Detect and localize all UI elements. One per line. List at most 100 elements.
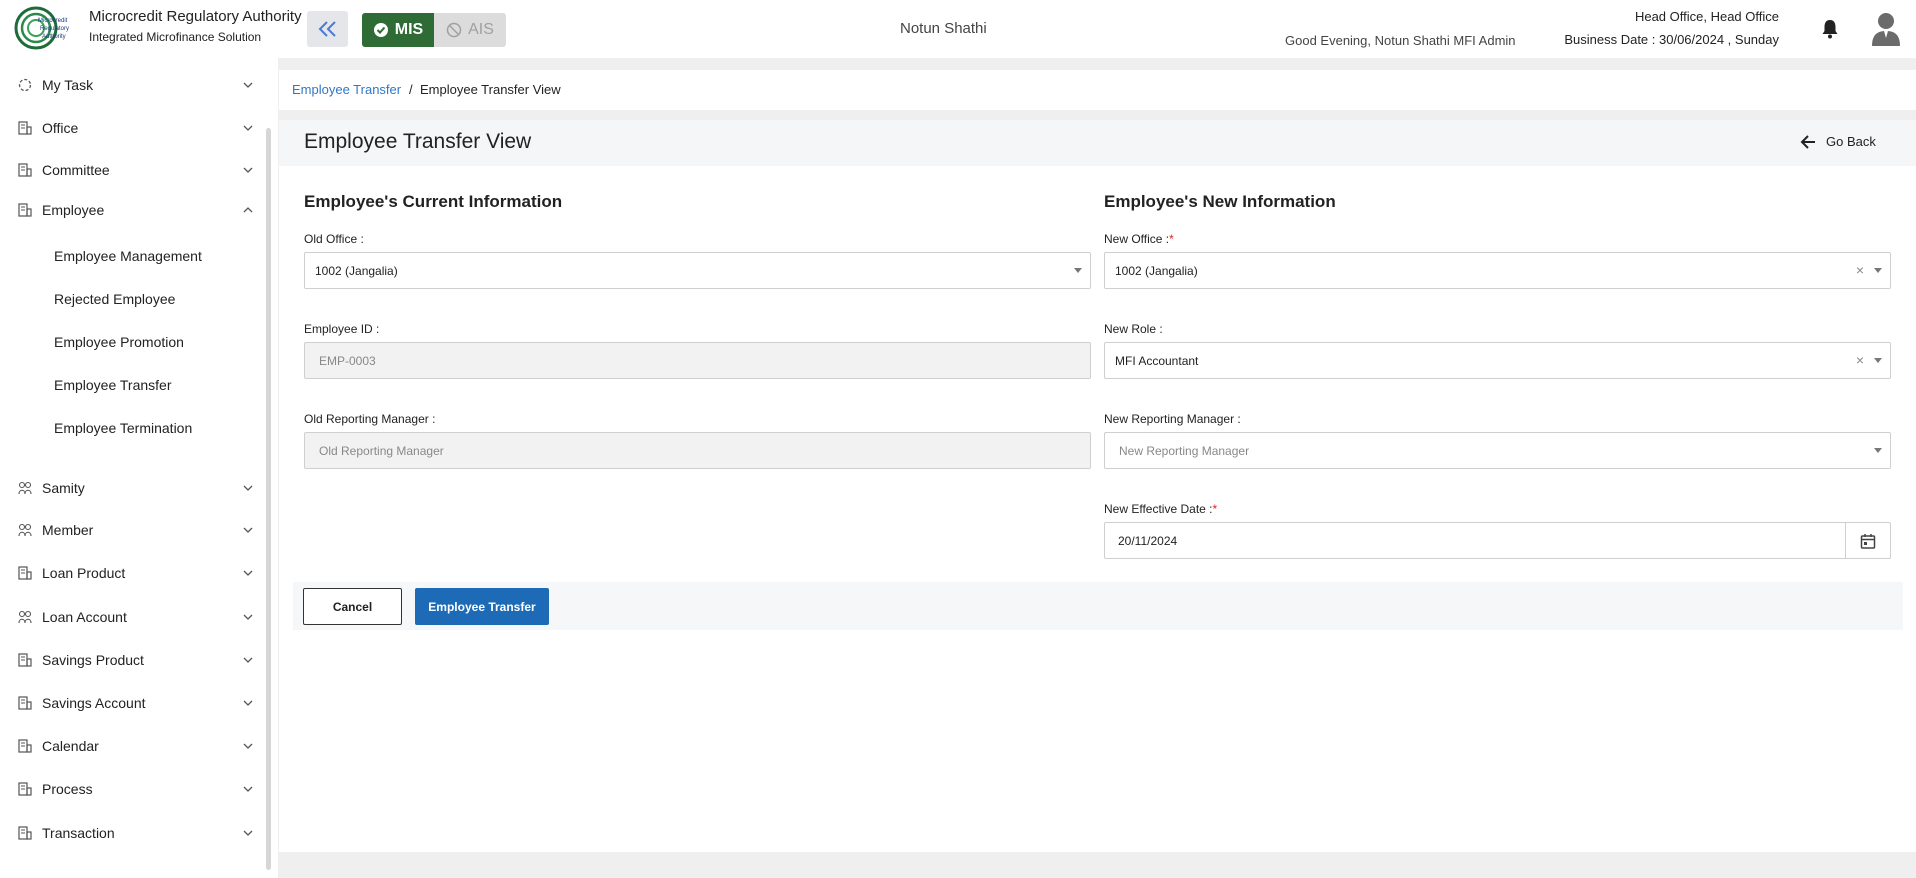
loan-product-icon [18,566,32,580]
sidebar-item-label: Process [42,781,93,797]
chevron-down-icon [243,657,253,663]
current-info-title: Employee's Current Information [304,192,563,211]
sidebar-item-label: Loan Account [42,609,127,625]
breadcrumb: Employee Transfer / Employee Transfer Vi… [279,70,1916,110]
avatar[interactable] [1871,12,1901,46]
sidebar-scrollbar[interactable] [266,128,271,870]
go-back-button[interactable]: Go Back [1800,134,1876,149]
chevron-down-icon [243,485,253,491]
sidebar: My Task Office Committee Employee Employ… [0,58,278,878]
block-icon [446,22,462,38]
page-title: Employee Transfer View [304,130,532,153]
sidebar-item-committee[interactable]: Committee [0,155,262,185]
new-office-select[interactable]: 1002 (Jangalia) × [1104,252,1891,289]
sidebar-item-label: Loan Product [42,565,126,581]
caret-down-icon [1874,448,1882,453]
employee-id-field[interactable]: EMP-0003 [304,342,1091,379]
sidebar-item-process[interactable]: Process [0,774,262,804]
sidebar-item-label: Savings Product [42,652,144,668]
sidebar-item-transaction[interactable]: Transaction [0,818,262,848]
task-icon [18,78,32,92]
sidebar-subitem-employee-promotion[interactable]: Employee Promotion [54,334,184,350]
date-picker-button[interactable] [1845,523,1890,558]
sidebar-item-calendar[interactable]: Calendar [0,731,262,761]
sidebar-item-label: Samity [42,480,85,496]
savings-product-icon [18,653,32,667]
new-reporting-manager-select[interactable]: New Reporting Manager [1104,432,1891,469]
sidebar-subitem-employee-transfer[interactable]: Employee Transfer [54,377,172,393]
new-role-label: New Role : [1104,322,1163,336]
chevron-up-icon [243,207,253,213]
caret-down-icon [1874,268,1882,273]
sidebar-item-label: Savings Account [42,695,146,711]
process-icon [18,782,32,796]
breadcrumb-separator: / [409,82,413,97]
caret-down-icon [1874,358,1882,363]
sidebar-item-label: Committee [42,162,110,178]
sidebar-item-label: Transaction [42,825,115,841]
sidebar-item-loan-account[interactable]: Loan Account [0,602,262,632]
sidebar-item-savings-product[interactable]: Savings Product [0,645,262,675]
office-text: Head Office, Head Office [1634,9,1779,24]
organization-name: Notun Shathi [900,20,987,37]
clear-icon[interactable]: × [1856,262,1864,278]
chevron-down-icon [243,527,253,533]
old-office-select[interactable]: 1002 (Jangalia) [304,252,1091,289]
svg-text:Microcredit: Microcredit [38,18,68,24]
old-reporting-manager-placeholder: Old Reporting Manager [319,443,444,458]
sidebar-item-employee[interactable]: Employee [0,195,262,225]
bell-icon[interactable] [1821,19,1839,39]
transfer-view-card: Employee Transfer View Go Back Employee'… [279,120,1916,852]
old-office-label: Old Office : [304,232,364,246]
chevron-down-icon [243,743,253,749]
new-role-select[interactable]: MFI Accountant × [1104,342,1891,379]
new-effective-date-input[interactable]: 20/11/2024 [1104,522,1891,559]
sidebar-item-loan-product[interactable]: Loan Product [0,558,262,588]
clear-icon[interactable]: × [1856,352,1864,368]
loan-account-icon [18,610,32,624]
cancel-button[interactable]: Cancel [303,588,402,625]
old-reporting-manager-label: Old Reporting Manager : [304,412,436,426]
breadcrumb-link-employee-transfer[interactable]: Employee Transfer [292,82,401,97]
sidebar-item-label: Office [42,120,79,136]
chevron-down-icon [243,830,253,836]
check-circle-icon [373,23,388,37]
new-reporting-manager-label: New Reporting Manager : [1104,412,1241,426]
calendar-icon [1860,533,1876,549]
sidebar-item-office[interactable]: Office [0,113,262,143]
samity-icon [18,481,32,495]
greeting-text: Good Evening, Notun Shathi MFI Admin [1285,33,1516,48]
mode-ais-label: AIS [468,21,494,38]
sidebar-item-savings-account[interactable]: Savings Account [0,688,262,718]
sidebar-subitem-rejected-employee[interactable]: Rejected Employee [54,291,175,307]
sidebar-item-my-task[interactable]: My Task [0,70,262,100]
old-office-value: 1002 (Jangalia) [315,263,398,278]
sidebar-item-label: Employee [42,202,105,218]
new-role-value: MFI Accountant [1115,353,1199,368]
chevron-down-icon [243,82,253,88]
sidebar-item-label: Calendar [42,738,99,754]
transaction-icon [18,826,32,840]
chevron-down-icon [243,786,253,792]
mode-ais-button[interactable]: AIS [434,13,506,47]
sidebar-item-samity[interactable]: Samity [0,473,262,503]
old-reporting-manager-field[interactable]: Old Reporting Manager [304,432,1091,469]
sidebar-item-member[interactable]: Member [0,515,262,545]
calendar-icon [18,739,32,753]
chevron-down-icon [243,614,253,620]
sidebar-collapse-button[interactable] [307,11,348,47]
mode-mis-label: MIS [394,21,424,38]
sidebar-item-label: My Task [42,77,94,93]
sidebar-subitem-employee-management[interactable]: Employee Management [54,248,202,264]
arrow-left-icon [1800,134,1815,149]
sidebar-subitem-employee-termination[interactable]: Employee Termination [54,420,192,436]
office-icon [18,121,32,135]
chevron-down-icon [243,570,253,576]
employee-transfer-button[interactable]: Employee Transfer [415,588,549,625]
new-info-title: Employee's New Information [1104,192,1336,211]
mode-mis-button[interactable]: MIS [362,13,434,47]
brand-title: Microcredit Regulatory Authority [89,8,302,25]
savings-account-icon [18,696,32,710]
sidebar-item-label: Member [42,522,94,538]
new-reporting-manager-placeholder: New Reporting Manager [1119,443,1250,458]
